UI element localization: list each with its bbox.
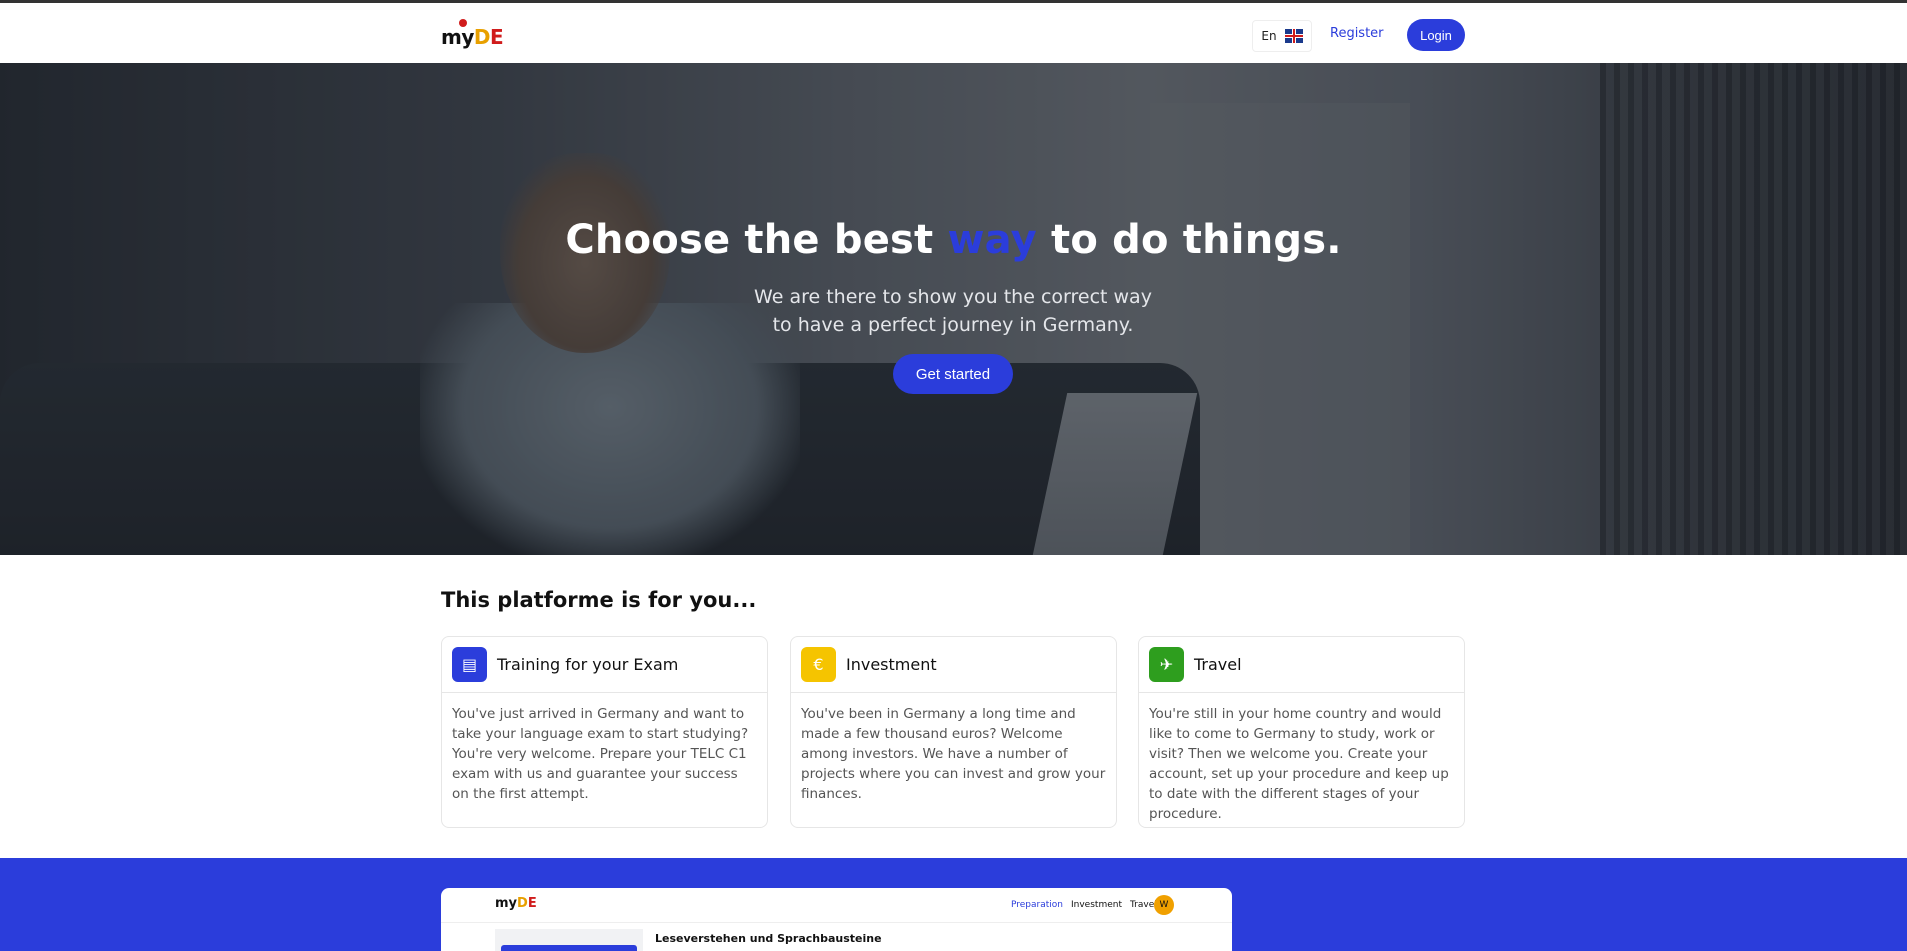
hero-subtitle: We are there to show you the correct way… (754, 286, 1152, 336)
app-preview-screenshot: myDE Preparation Investment Travel W Les… (441, 888, 1232, 951)
logo-my: my (441, 25, 474, 49)
preview-nav-item: Travel (1129, 900, 1157, 910)
preview-nav-item: Preparation (1011, 900, 1063, 910)
card-travel: ✈ Travel You're still in your home count… (1138, 636, 1465, 828)
logo-e: E (490, 25, 504, 49)
platform-title: This platforme is for you... (441, 588, 757, 612)
book-icon: ▤ (452, 647, 487, 682)
card-training: ▤ Training for your Exam You've just arr… (441, 636, 768, 828)
hero-section: Choose the best way to do things. We are… (0, 63, 1907, 555)
euro-icon: € (801, 647, 836, 682)
logo-d: D (473, 25, 491, 49)
plane-icon: ✈ (1149, 647, 1184, 682)
site-header: my D E En Register Login (0, 3, 1907, 63)
uk-flag-icon (1284, 29, 1303, 43)
preview-sidebar (495, 929, 643, 951)
logo[interactable]: my D E (441, 19, 504, 49)
preview-logo: myDE (495, 896, 537, 911)
card-text: You've been in Germany a long time and m… (801, 706, 1106, 802)
login-button[interactable]: Login (1407, 19, 1465, 51)
language-code: En (1261, 29, 1277, 43)
preview-nav: Preparation Investment Travel (1011, 900, 1157, 910)
card-title: Travel (1194, 655, 1242, 674)
logo-dot (459, 19, 467, 27)
card-title: Training for your Exam (497, 655, 679, 674)
card-text: You're still in your home country and wo… (1149, 706, 1449, 822)
preview-heading: Leseverstehen und Sprachbausteine (655, 932, 882, 945)
hero-title-accent: way (947, 217, 1037, 263)
language-selector[interactable]: En (1252, 20, 1312, 52)
preview-sidebar-item (501, 945, 637, 951)
preview-divider (441, 922, 1232, 923)
card-title: Investment (846, 655, 937, 674)
register-link[interactable]: Register (1330, 26, 1384, 41)
get-started-button[interactable]: Get started (893, 354, 1013, 394)
preview-avatar: W (1154, 895, 1174, 915)
hero-title: Choose the best way to do things. (565, 217, 1342, 263)
card-text: You've just arrived in Germany and want … (452, 706, 749, 802)
preview-nav-item: Investment (1071, 900, 1122, 910)
card-investment: € Investment You've been in Germany a lo… (790, 636, 1117, 828)
